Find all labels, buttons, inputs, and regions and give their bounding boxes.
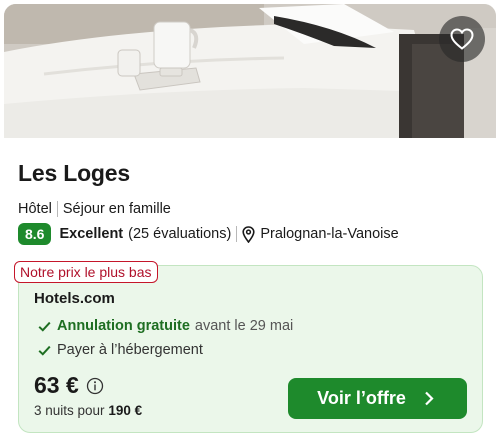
heart-icon [450,28,474,50]
feature-pay-at-property: Payer à l’hébergement [38,342,203,358]
chevron-right-icon [424,391,434,406]
hotel-photo[interactable] [4,4,496,138]
map-pin-icon [242,225,255,243]
hotel-name[interactable]: Les Loges [18,160,130,187]
check-icon [38,321,51,332]
feature-detail: avant le 29 mai [194,318,294,334]
view-offer-label: Voir l’offre [317,388,406,408]
hotel-tag: Séjour en famille [62,201,171,217]
feature-label: Annulation gratuite [57,318,190,334]
hotel-photo-image [4,4,496,138]
divider [56,201,58,217]
nightly-price: 63 € [34,372,104,399]
rating-row: 8.6 Excellent (25 évaluations) Pralognan… [18,223,399,245]
rating-word: Excellent [59,226,124,242]
provider-name: Hotels.com [34,290,115,307]
info-icon[interactable] [86,377,104,395]
hotel-meta: Hôtel Séjour en famille [18,201,171,217]
total-prefix: 3 nuits pour [34,403,105,418]
total-value: 190 € [108,403,143,418]
hotel-card[interactable]: Les Loges Hôtel Séjour en famille 8.6 Ex… [0,0,500,442]
lowest-price-badge: Notre prix le plus bas [14,261,158,283]
review-count[interactable]: (25 évaluations) [128,226,231,242]
view-offer-button[interactable]: Voir l’offre [288,378,467,419]
review-score-badge: 8.6 [18,223,52,245]
feature-label: Payer à l’hébergement [57,342,203,358]
total-price: 3 nuits pour 190 € [34,403,142,418]
hotel-location[interactable]: Pralognan-la-Vanoise [260,226,398,242]
feature-free-cancellation: Annulation gratuite avant le 29 mai [38,318,293,334]
check-icon [38,345,51,356]
favorite-button[interactable] [439,16,485,62]
divider [236,226,238,242]
hotel-type: Hôtel [18,201,52,217]
price-value: 63 € [34,372,79,398]
